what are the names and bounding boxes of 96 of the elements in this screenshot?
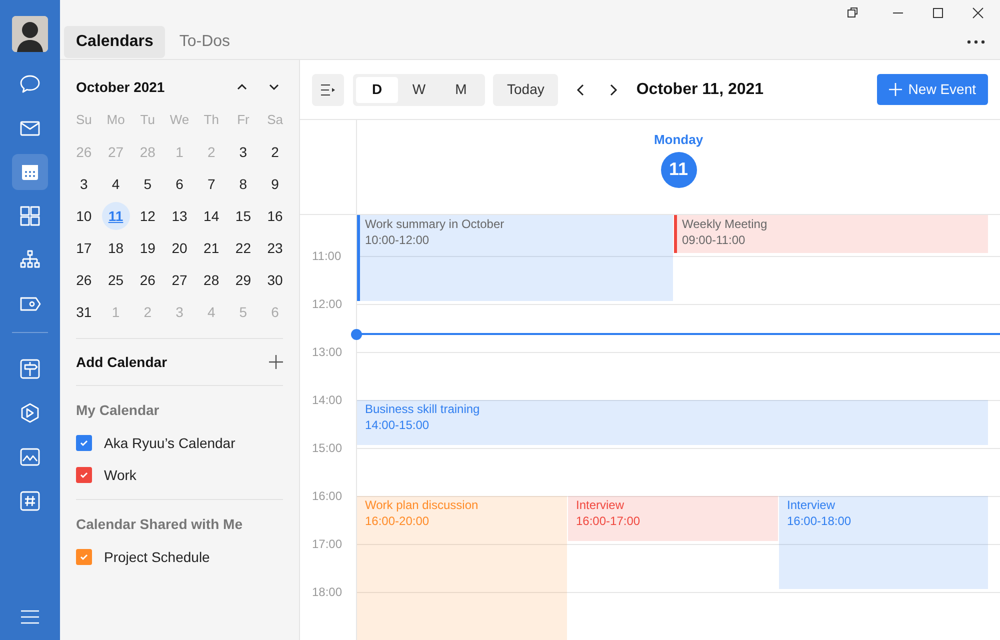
mountains-icon bbox=[19, 446, 41, 468]
day-cell[interactable]: 28 bbox=[197, 266, 226, 294]
day-cell[interactable]: 26 bbox=[70, 266, 98, 294]
day-cell[interactable]: 12 bbox=[134, 202, 162, 230]
event-time: 14:00-15:00 bbox=[365, 417, 430, 433]
event-time: 09:00-11:00 bbox=[682, 232, 746, 248]
time-label: 14:00 bbox=[312, 393, 342, 407]
day-cell[interactable]: 23 bbox=[261, 234, 290, 262]
day-cell[interactable]: 14 bbox=[197, 202, 226, 230]
day-cell[interactable]: 13 bbox=[165, 202, 194, 230]
avatar[interactable] bbox=[12, 16, 48, 52]
day-cell[interactable]: 5 bbox=[134, 170, 162, 198]
day-cell[interactable]: 22 bbox=[229, 234, 258, 262]
checkbox[interactable] bbox=[76, 549, 92, 565]
more-icon[interactable] bbox=[966, 39, 986, 45]
day-cell[interactable]: 29 bbox=[229, 266, 258, 294]
calendar-name: Work bbox=[104, 466, 136, 484]
group-title: My Calendar bbox=[76, 401, 160, 420]
day-cell[interactable]: 20 bbox=[165, 234, 194, 262]
view-tab[interactable]: D bbox=[356, 76, 398, 102]
plus-icon bbox=[889, 83, 902, 96]
date-title: October 11, 2021 bbox=[636, 80, 764, 100]
calendar-name: Project Schedule bbox=[104, 548, 210, 567]
day-cell[interactable]: 15 bbox=[229, 202, 258, 230]
time-label: 17:00 bbox=[312, 537, 342, 551]
day-cell[interactable]: 26 bbox=[134, 266, 162, 294]
plus-icon[interactable] bbox=[269, 355, 283, 369]
month-title: October 2021 bbox=[76, 78, 165, 96]
event-title: Interview bbox=[787, 497, 836, 513]
event-title: Business skill training bbox=[365, 401, 481, 417]
tab[interactable]: To-Dos bbox=[167, 26, 242, 58]
group-title: Calendar Shared with Me bbox=[76, 515, 244, 534]
day-cell[interactable]: 21 bbox=[197, 234, 226, 262]
day-cell[interactable]: 3 bbox=[229, 138, 258, 166]
menu-icon[interactable] bbox=[20, 610, 40, 624]
day-cell[interactable]: 30 bbox=[261, 266, 290, 294]
event-time: 16:00-20:00 bbox=[365, 513, 430, 529]
calendar-name: Aka Ryuu’s Calendar bbox=[104, 434, 236, 453]
weekday-label: Fr bbox=[236, 111, 250, 130]
signpost-icon bbox=[19, 358, 41, 380]
day-cell[interactable]: 7 bbox=[197, 170, 226, 198]
time-label: 12:00 bbox=[312, 297, 342, 311]
grid-icon bbox=[19, 205, 41, 227]
checkbox[interactable] bbox=[76, 467, 92, 483]
time-label: 15:00 bbox=[312, 441, 342, 455]
event-card[interactable]: Work summary in October 10:00-12:00 bbox=[357, 215, 673, 301]
today-button[interactable]: Today bbox=[493, 74, 558, 106]
check-icon bbox=[79, 438, 89, 448]
day-cell[interactable]: 3 bbox=[70, 170, 98, 198]
view-tab[interactable]: W bbox=[398, 76, 440, 102]
chat-icon bbox=[19, 73, 41, 95]
time-label: 11:00 bbox=[312, 249, 342, 263]
hashtag-icon bbox=[19, 490, 41, 512]
event-time: 16:00-17:00 bbox=[576, 513, 642, 529]
event-card[interactable]: Weekly Meeting 09:00-11:00 bbox=[674, 215, 988, 253]
day-cell[interactable]: 8 bbox=[229, 170, 258, 198]
weekday-label: Monday bbox=[654, 131, 704, 149]
time-label: 16:00 bbox=[312, 489, 342, 503]
event-title: Interview bbox=[576, 497, 626, 513]
checkbox[interactable] bbox=[76, 435, 92, 451]
new-event-button[interactable]: New Event bbox=[877, 74, 988, 105]
day-cell[interactable]: 9 bbox=[261, 170, 290, 198]
weekday-label: Tu bbox=[139, 111, 156, 130]
weekday-label: Mo bbox=[106, 111, 126, 130]
view-tab[interactable]: M bbox=[440, 76, 482, 102]
check-icon bbox=[79, 470, 89, 480]
sidebar-toggle-button[interactable] bbox=[312, 74, 344, 106]
day-cell[interactable]: 16 bbox=[261, 202, 290, 230]
section-title: Add Calendar bbox=[76, 352, 168, 372]
weekday-label: Th bbox=[202, 111, 220, 130]
day-cell[interactable]: 18 bbox=[102, 234, 130, 262]
nav-button[interactable] bbox=[12, 154, 48, 190]
day-cell[interactable]: 4 bbox=[102, 170, 130, 198]
day-cell[interactable]: 6 bbox=[165, 170, 194, 198]
weekday-label: Sa bbox=[266, 111, 284, 130]
day-cell[interactable]: 10 bbox=[70, 202, 98, 230]
event-title: Work summary in October bbox=[365, 216, 506, 232]
time-label: 18:00 bbox=[312, 585, 342, 599]
weekday-label: Su bbox=[74, 111, 93, 130]
day-cell[interactable]: 27 bbox=[165, 266, 194, 294]
day-cell[interactable]: 25 bbox=[102, 266, 130, 294]
check-icon bbox=[79, 552, 89, 562]
day-cell[interactable]: 31 bbox=[70, 298, 98, 326]
event-title: Weekly Meeting bbox=[682, 216, 768, 232]
day-cell[interactable]: 17 bbox=[70, 234, 98, 262]
time-label: 13:00 bbox=[312, 345, 342, 359]
day-cell[interactable]: 19 bbox=[134, 234, 162, 262]
list-icon bbox=[320, 82, 336, 96]
event-title: Work plan discussion bbox=[365, 497, 480, 513]
tab[interactable]: Calendars bbox=[64, 26, 166, 58]
event-time: 16:00-18:00 bbox=[787, 513, 852, 529]
weekday-label: We bbox=[168, 111, 190, 130]
hexagon-icon bbox=[19, 402, 41, 424]
date-badge: 11 bbox=[660, 152, 696, 188]
event-time: 10:00-12:00 bbox=[365, 232, 430, 248]
day-cell[interactable]: 2 bbox=[261, 138, 290, 166]
